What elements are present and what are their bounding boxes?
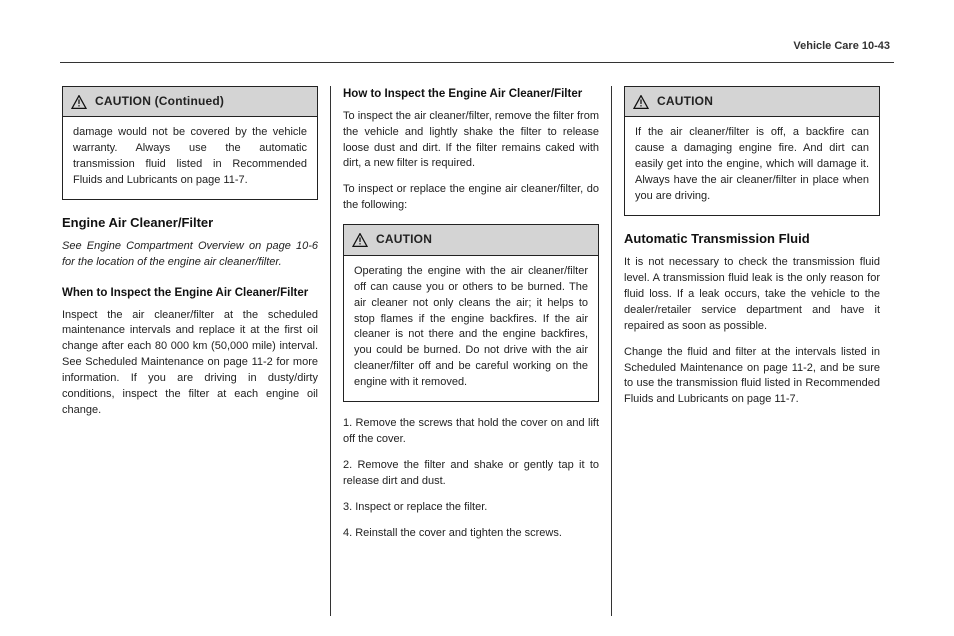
atf-check-text: It is not necessary to check the transmi… (624, 255, 880, 335)
replace-intro-text: To inspect or replace the engine air cle… (343, 182, 599, 214)
column-1: CAUTION (Continued) damage would not be … (62, 86, 330, 616)
step-2: 2. Remove the filter and shake or gently… (343, 458, 599, 490)
caution-label: CAUTION (Continued) (95, 93, 224, 110)
header-rule (60, 62, 894, 63)
caution-box-backfire: CAUTION If the air cleaner/filter is off… (624, 86, 880, 216)
caution-box-burn: CAUTION Operating the engine with the ai… (343, 224, 599, 402)
atf-change-text: Change the fluid and filter at the inter… (624, 345, 880, 409)
caution-body: Operating the engine with the air cleane… (344, 256, 598, 402)
caution-header: CAUTION (344, 225, 598, 255)
manual-page: Vehicle Care 10-43 CAUTION (Continued) d… (0, 0, 954, 636)
caution-body: damage would not be covered by the vehic… (63, 117, 317, 199)
caution-body: If the air cleaner/filter is off, a back… (625, 117, 879, 215)
running-head: Vehicle Care 10-43 (793, 40, 890, 52)
columns-container: CAUTION (Continued) damage would not be … (62, 86, 892, 616)
caution-burn-text: Operating the engine with the air cleane… (354, 264, 588, 392)
step-3: 3. Inspect or replace the filter. (343, 500, 599, 516)
caution-label: CAUTION (376, 231, 432, 248)
section-heading-air-cleaner: Engine Air Cleaner/Filter (62, 214, 318, 233)
caution-continued-text: damage would not be covered by the vehic… (73, 125, 307, 189)
caution-backfire-text: If the air cleaner/filter is off, a back… (635, 125, 869, 205)
step-4: 4. Reinstall the cover and tighten the s… (343, 526, 599, 542)
inspect-schedule-text: Inspect the air cleaner/filter at the sc… (62, 308, 318, 420)
caution-header: CAUTION (Continued) (63, 87, 317, 117)
warning-triangle-icon (71, 95, 87, 109)
subhead-when-inspect: When to Inspect the Engine Air Cleaner/F… (62, 285, 318, 302)
warning-triangle-icon (633, 95, 649, 109)
column-3: CAUTION If the air cleaner/filter is off… (612, 86, 892, 616)
caution-label: CAUTION (657, 93, 713, 110)
section-heading-atf: Automatic Transmission Fluid (624, 230, 880, 249)
column-2: How to Inspect the Engine Air Cleaner/Fi… (331, 86, 611, 616)
caution-box-continued: CAUTION (Continued) damage would not be … (62, 86, 318, 200)
xref-overview: See Engine Compartment Overview on page … (62, 239, 318, 271)
subhead-how-inspect: How to Inspect the Engine Air Cleaner/Fi… (343, 86, 599, 103)
how-inspect-text: To inspect the air cleaner/filter, remov… (343, 109, 599, 173)
caution-header: CAUTION (625, 87, 879, 117)
step-1: 1. Remove the screws that hold the cover… (343, 416, 599, 448)
warning-triangle-icon (352, 233, 368, 247)
